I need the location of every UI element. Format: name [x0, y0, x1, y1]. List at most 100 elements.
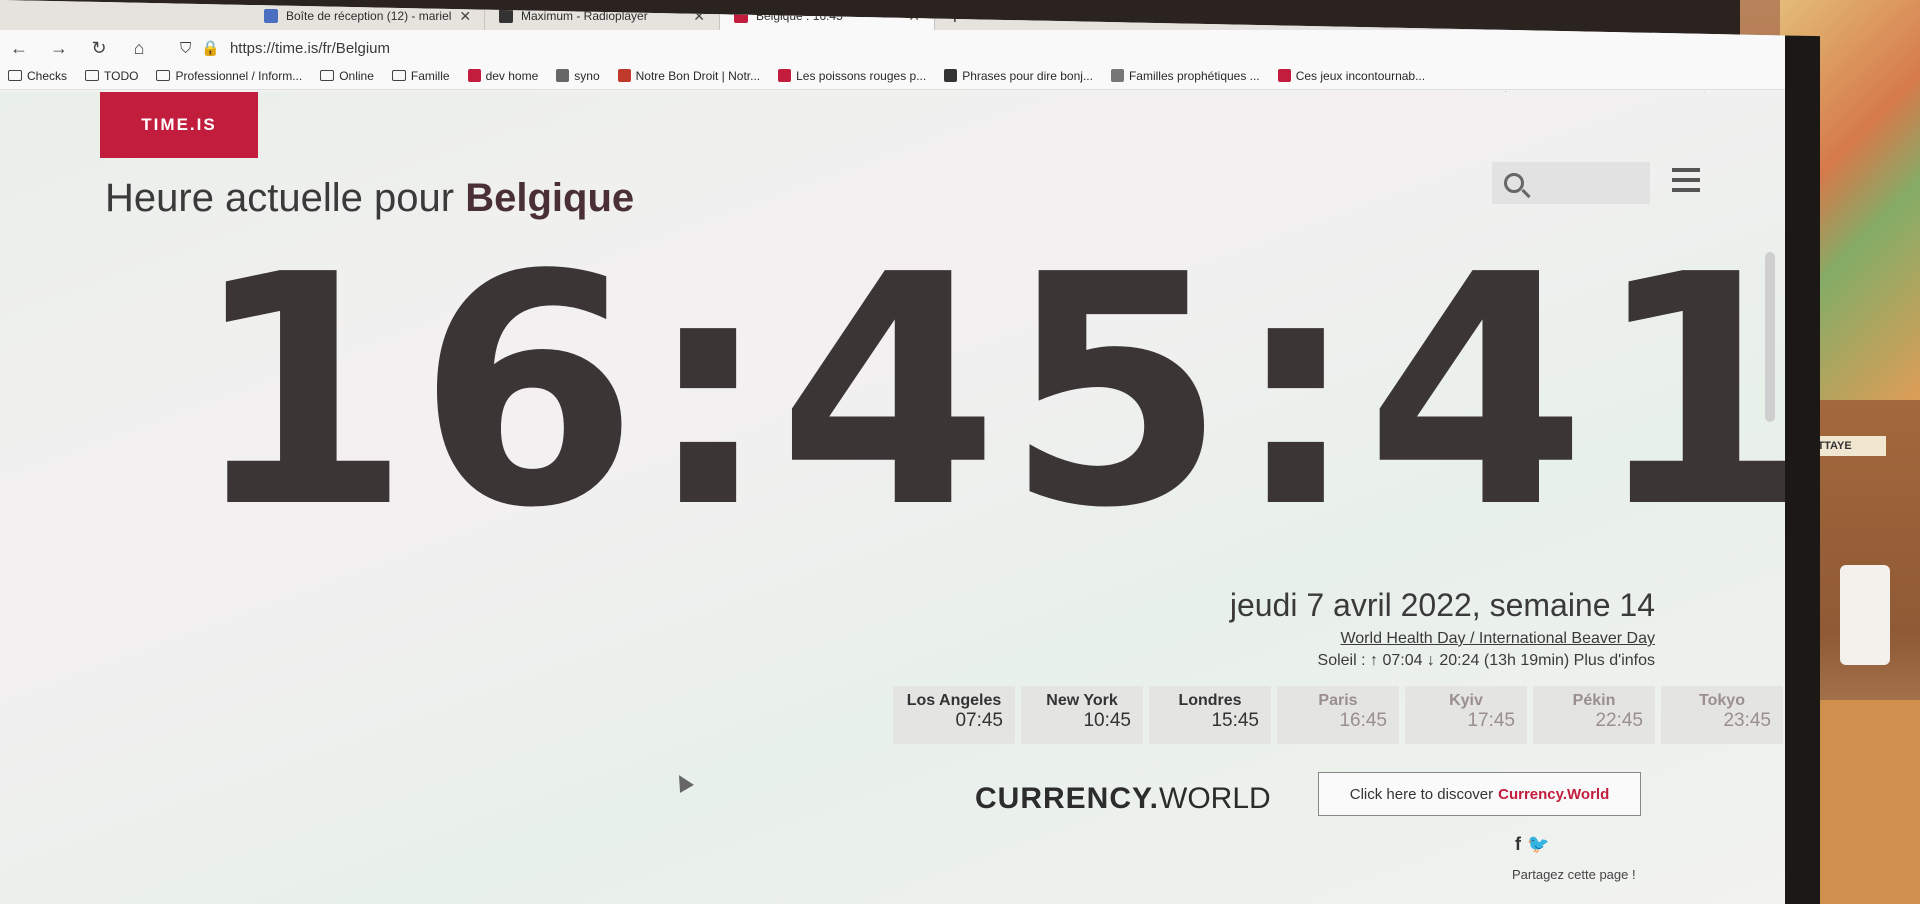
twitter-icon[interactable]: 🐦: [1527, 834, 1549, 855]
search-input[interactable]: [1492, 162, 1650, 204]
tab-close-icon[interactable]: ✕: [459, 8, 471, 25]
discover-brand: Currency.World: [1498, 785, 1610, 803]
menu-icon[interactable]: [1672, 168, 1700, 198]
site-logo[interactable]: TIME.IS: [100, 92, 258, 158]
bookmark-label: Les poissons rouges p...: [796, 68, 927, 83]
reload-icon[interactable]: ↻: [90, 38, 108, 59]
bookmark-label: Professionnel / Inform...: [175, 68, 303, 83]
monitor-bezel: Boîte de réception (12) - mariel ✕ Maximum…: [0, 0, 1820, 904]
folder-icon: [156, 70, 171, 81]
lock-icon: 🔒: [201, 40, 220, 57]
bookmarks-bar: Checks TODO Professionnel / Inform... Onlin…: [0, 62, 1785, 90]
scrollbar[interactable]: [1765, 252, 1775, 422]
web-page: TIME.IS Heure actuelle pour Belgique 16:…: [0, 92, 1785, 904]
tab-title: Belgique : 16:45: [756, 9, 843, 23]
url-bar[interactable]: ⛉ 🔒 https://time.is/fr/Belgium: [180, 39, 391, 58]
site-favicon-icon: [778, 69, 792, 82]
date-line: jeudi 7 avril 2022, semaine 14: [1229, 587, 1655, 623]
tab-title: Maximum - Radioplayer: [521, 9, 648, 23]
paper-roll: [1840, 565, 1890, 665]
browser-tab[interactable]: Belgique : 16:45 ✕: [720, 2, 935, 30]
city-clocks: Los Angeles 07:45 New York 10:45 Londres 15:4…: [893, 686, 1783, 744]
city-name: Kyiv: [1449, 692, 1483, 709]
tab-favicon-icon: [734, 9, 748, 23]
city-time: 15:45: [1211, 710, 1259, 731]
bookmark-label: Ces jeux incontournab...: [1295, 68, 1426, 83]
city-name: Pékin: [1572, 692, 1616, 709]
city-clock[interactable]: New York 10:45: [1021, 686, 1143, 744]
folder-icon: [85, 70, 100, 81]
screen: Boîte de réception (12) - mariel ✕ Maximum…: [0, 0, 1785, 904]
discover-button[interactable]: Click here to discover Currency.World: [1318, 772, 1641, 816]
city-time: 23:45: [1723, 710, 1771, 731]
city-name: Los Angeles: [906, 692, 1002, 709]
site-favicon-icon: [944, 69, 958, 82]
bookmark-item[interactable]: syno: [556, 68, 600, 83]
bookmark-item[interactable]: Phrases pour dire bonj...: [944, 69, 1093, 83]
bookmark-item[interactable]: Familles prophétiques ...: [1110, 68, 1260, 83]
events-link[interactable]: World Health Day / International Beaver …: [1340, 630, 1655, 648]
currency-rest: WORLD: [1159, 782, 1271, 815]
bookmark-label: Checks: [27, 68, 68, 83]
currency-bold: CURRENCY.: [975, 782, 1160, 815]
site-favicon-icon: [617, 69, 631, 82]
mouse-cursor-icon: [672, 771, 694, 793]
tab-strip: Boîte de réception (12) - mariel ✕ Maximum…: [0, 0, 1785, 30]
bookmark-item[interactable]: Checks: [8, 69, 67, 83]
tab-favicon-icon: [499, 9, 513, 23]
city-time: 16:45: [1339, 710, 1387, 731]
github-icon: [467, 69, 481, 82]
browser-tab[interactable]: Boîte de réception (12) - mariel ✕: [250, 2, 485, 30]
bookmark-label: syno: [574, 68, 600, 83]
bookmark-item[interactable]: dev home: [467, 68, 539, 83]
city-clock[interactable]: Tokyo 23:45: [1661, 686, 1783, 744]
city-time: 07:45: [955, 710, 1003, 731]
site-favicon-icon: [556, 69, 570, 82]
city-clock[interactable]: Londres 15:45: [1149, 686, 1271, 744]
site-favicon-icon: [1277, 69, 1291, 82]
home-icon[interactable]: ⌂: [130, 38, 148, 59]
bookmark-item[interactable]: Ces jeux incontournab...: [1277, 68, 1426, 83]
city-name: Londres: [1178, 692, 1242, 709]
city-name: Tokyo: [1699, 692, 1745, 709]
discover-prefix: Click here to discover: [1349, 785, 1494, 803]
bookmark-label: dev home: [485, 68, 539, 83]
city-clock[interactable]: Los Angeles 07:45: [893, 686, 1015, 744]
bookmark-item[interactable]: Professionnel / Inform...: [156, 69, 302, 83]
bookmark-label: Online: [339, 68, 374, 83]
currency-world-logo[interactable]: CURRENCY.WORLD: [975, 782, 1271, 816]
city-time: 17:45: [1467, 710, 1515, 731]
tab-close-icon[interactable]: ✕: [908, 8, 920, 25]
shield-icon: ⛉: [180, 39, 192, 57]
tab-favicon-icon: [264, 9, 278, 23]
tab-close-icon[interactable]: ✕: [693, 8, 705, 25]
search-icon: [1504, 173, 1524, 193]
city-time: 22:45: [1595, 710, 1643, 731]
bookmark-label: Famille: [410, 68, 450, 83]
city-time: 10:45: [1083, 710, 1131, 731]
bookmark-item[interactable]: Les poissons rouges p...: [778, 69, 926, 83]
city-clock[interactable]: Kyiv 17:45: [1405, 686, 1527, 744]
bookmark-item[interactable]: Famille: [391, 68, 450, 83]
forward-icon[interactable]: →: [50, 38, 68, 59]
sun-info[interactable]: Soleil : ↑ 07:04 ↓ 20:24 (13h 19min) Plu…: [1318, 652, 1655, 670]
browser-tab[interactable]: Maximum - Radioplayer ✕: [485, 2, 720, 30]
bookmark-label: Notre Bon Droit | Notr...: [635, 68, 761, 83]
city-clock[interactable]: Pékin 22:45: [1533, 686, 1655, 744]
city-clock[interactable]: Paris 16:45: [1277, 686, 1399, 744]
folder-icon: [320, 70, 335, 81]
back-icon[interactable]: ←: [10, 38, 28, 59]
facebook-icon[interactable]: f: [1515, 834, 1521, 855]
tab-title: Boîte de réception (12) - mariel: [286, 9, 452, 23]
bookmark-label: Familles prophétiques ...: [1128, 68, 1260, 83]
city-name: Paris: [1318, 692, 1358, 709]
bookmark-item[interactable]: Online: [320, 69, 374, 83]
folder-icon: [391, 70, 406, 81]
bookmark-item[interactable]: TODO: [85, 69, 138, 83]
new-tab-icon[interactable]: +: [935, 7, 975, 30]
bookmark-label: Phrases pour dire bonj...: [962, 68, 1093, 83]
bookmark-item[interactable]: Notre Bon Droit | Notr...: [617, 68, 761, 83]
main-clock: 16:45:41: [190, 207, 1785, 577]
bookmark-label: TODO: [104, 68, 139, 83]
url-text: https://time.is/fr/Belgium: [229, 39, 391, 57]
